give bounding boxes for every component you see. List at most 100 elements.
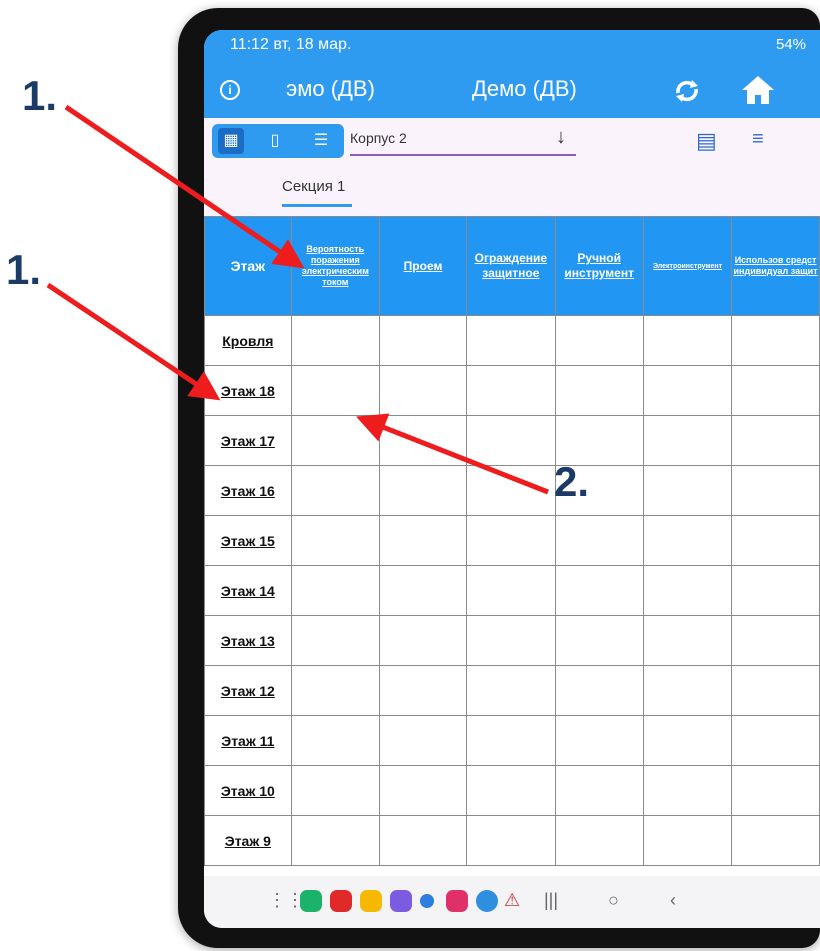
table-cell[interactable] [378,515,468,566]
table-cell[interactable] [642,465,733,516]
table-cell[interactable] [642,715,733,766]
floor-label[interactable]: Кровля [204,315,292,366]
korpus-select[interactable]: Корпус 2 ↓ [350,126,576,156]
table-cell[interactable] [290,315,380,366]
table-cell[interactable] [378,665,468,716]
table-cell[interactable] [378,415,468,466]
header-electric-shock[interactable]: Вероятность поражения электрическим токо… [290,216,380,316]
table-cell[interactable] [731,565,820,616]
floor-label[interactable]: Этаж 17 [204,415,292,466]
table-cell[interactable] [731,665,820,716]
table-cell[interactable] [731,765,820,816]
table-cell[interactable] [290,465,380,516]
header-ppe[interactable]: Использов средст индивидуал защит [731,216,820,316]
table-cell[interactable] [290,365,380,416]
floor-label[interactable]: Этаж 11 [204,715,292,766]
table-cell[interactable] [642,615,733,666]
table-cell[interactable] [731,515,820,566]
table-cell[interactable] [378,565,468,616]
table-cell[interactable] [378,765,468,816]
table-cell[interactable] [378,365,468,416]
table-cell[interactable] [290,615,380,666]
floor-label[interactable]: Этаж 13 [204,615,292,666]
app-icon-chat[interactable] [420,894,434,908]
app-icon-telegram[interactable] [476,890,498,912]
table-cell[interactable] [642,415,733,466]
info-icon[interactable]: i [220,80,240,100]
header-hand-tool[interactable]: Ручной инструмент [554,216,644,316]
table-cell[interactable] [554,765,644,816]
table-cell[interactable] [466,815,556,866]
table-cell[interactable] [378,715,468,766]
apps-grid-icon[interactable]: ⋮⋮ [268,890,304,911]
table-cell[interactable] [642,315,733,366]
table-cell[interactable] [466,665,556,716]
home-button-icon[interactable]: ○ [608,890,619,911]
floor-label[interactable]: Этаж 10 [204,765,292,816]
table-cell[interactable] [731,315,820,366]
table-cell[interactable] [642,565,733,616]
table-cell[interactable] [731,815,820,866]
table-cell[interactable] [642,765,733,816]
floor-label[interactable]: Этаж 15 [204,515,292,566]
table-cell[interactable] [731,365,820,416]
table-cell[interactable] [554,715,644,766]
app-icon-yellow[interactable] [360,890,382,912]
table-cell[interactable] [466,565,556,616]
sync-icon[interactable] [672,76,702,106]
floor-label[interactable]: Этаж 9 [204,815,292,866]
table-cell[interactable] [554,365,644,416]
tab-section-1[interactable]: Секция 1 [282,178,345,195]
table-cell[interactable] [290,815,380,866]
app-icon-green[interactable] [300,890,322,912]
table-cell[interactable] [642,665,733,716]
table-cell[interactable] [290,515,380,566]
table-cell[interactable] [466,515,556,566]
table-cell[interactable] [554,515,644,566]
table-cell[interactable] [378,465,468,516]
back-icon[interactable]: ‹ [670,890,676,911]
table-cell[interactable] [642,815,733,866]
app-icon-purple[interactable] [390,890,412,912]
table-cell[interactable] [290,565,380,616]
table-cell[interactable] [466,615,556,666]
table-cell[interactable] [554,565,644,616]
table-cell[interactable] [466,365,556,416]
table-cell[interactable] [290,415,380,466]
app-icon-pink[interactable] [446,890,468,912]
home-icon[interactable] [740,74,776,106]
header-opening[interactable]: Проем [378,216,468,316]
app-icon-red[interactable] [330,890,352,912]
table-cell[interactable] [642,515,733,566]
table-cell[interactable] [290,715,380,766]
table-cell[interactable] [642,365,733,416]
table-cell[interactable] [731,715,820,766]
map-view-icon[interactable]: ▯ [262,128,288,154]
table-cell[interactable] [466,765,556,816]
table-cell[interactable] [290,765,380,816]
table-cell[interactable] [466,715,556,766]
table-cell[interactable] [554,315,644,366]
header-guard[interactable]: Ограждение защитное [466,216,556,316]
report-icon[interactable]: ▤ [696,128,717,154]
table-view-icon[interactable]: ▦ [218,128,244,154]
table-cell[interactable] [466,465,556,516]
table-cell[interactable] [378,615,468,666]
table-cell[interactable] [554,665,644,716]
floor-label[interactable]: Этаж 18 [204,365,292,416]
table-cell[interactable] [554,615,644,666]
table-cell[interactable] [731,615,820,666]
floor-label[interactable]: Этаж 12 [204,665,292,716]
recents-icon[interactable]: ||| [544,890,558,911]
table-cell[interactable] [731,415,820,466]
floor-label[interactable]: Этаж 16 [204,465,292,516]
header-power-tool[interactable]: Электроинструмент [642,216,733,316]
list-view-icon[interactable]: ☰ [308,128,334,154]
filter-check-icon[interactable]: ≡ [752,128,764,151]
floor-label[interactable]: Этаж 14 [204,565,292,616]
table-cell[interactable] [466,315,556,366]
table-cell[interactable] [466,415,556,466]
table-cell[interactable] [554,815,644,866]
table-cell[interactable] [378,315,468,366]
app-icon-warning[interactable]: ⚠ [504,890,520,911]
